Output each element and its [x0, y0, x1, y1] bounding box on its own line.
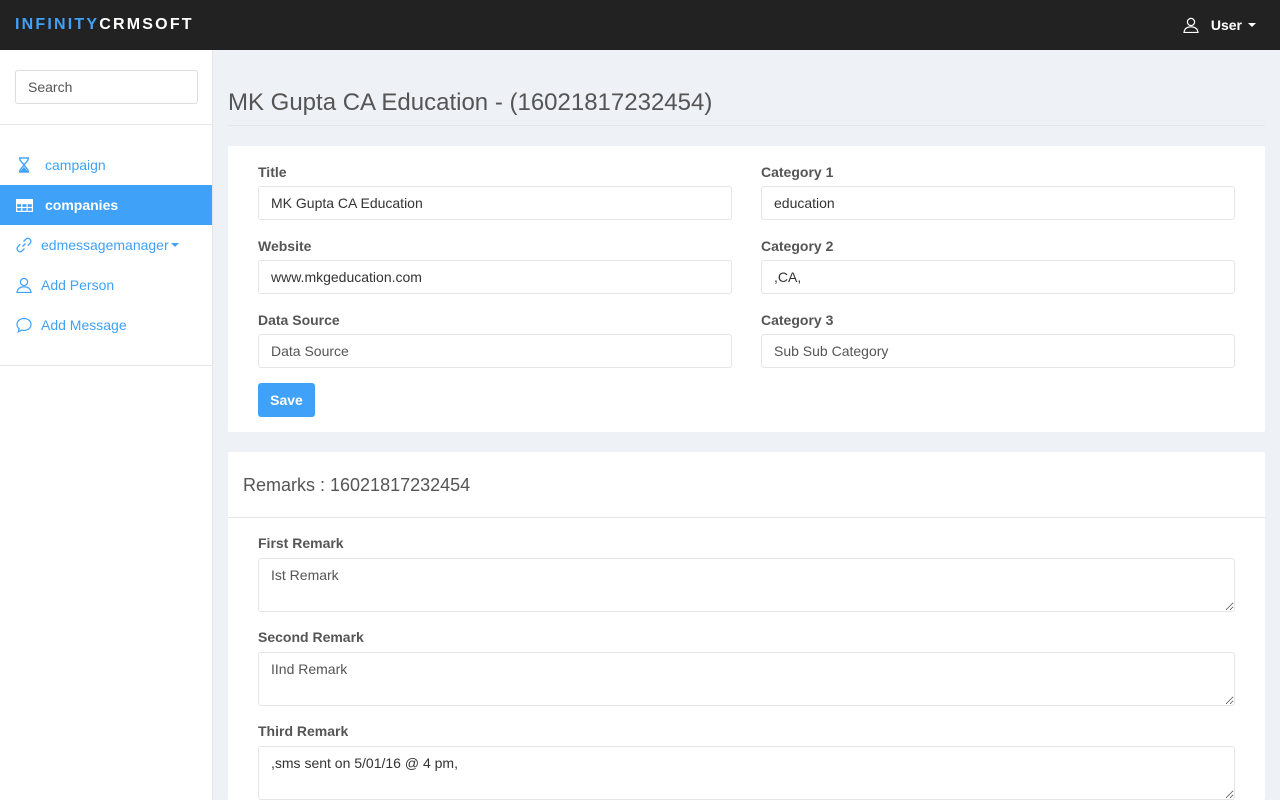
remarks-heading: Remarks : 16021817232454 — [243, 475, 471, 495]
category3-label: Category 3 — [761, 312, 834, 328]
sidebar-item-edmessagemanager[interactable]: edmessagemanager — [0, 225, 212, 265]
category3-input[interactable] — [761, 334, 1235, 368]
website-input[interactable] — [258, 260, 732, 294]
sidebar-item-label: Add Message — [41, 317, 127, 333]
user-icon — [15, 276, 33, 294]
sidebar-item-add-person[interactable]: Add Person — [0, 265, 212, 305]
caret-down-icon — [1248, 23, 1256, 27]
second-remark-textarea[interactable] — [258, 652, 1235, 706]
sidebar-item-label: campaign — [45, 157, 106, 173]
sidebar-nav: campaign companies edmessagemanager Add … — [0, 125, 212, 366]
user-icon — [1183, 17, 1199, 33]
sidebar: campaign companies — [0, 50, 213, 800]
sidebar-search-wrap — [0, 50, 212, 125]
sidebar-item-label: edmessagemanager — [41, 237, 169, 253]
page-title: MK Gupta CA Education - (16021817232454) — [228, 89, 713, 116]
data-source-label: Data Source — [258, 312, 340, 328]
third-remark-label: Third Remark — [258, 723, 349, 739]
remarks-panel: Remarks : 16021817232454 First Remark Se… — [228, 452, 1265, 800]
table-icon — [15, 196, 33, 214]
search-input[interactable] — [15, 70, 198, 104]
hourglass-icon — [15, 156, 33, 174]
sidebar-item-companies[interactable]: companies — [0, 185, 212, 225]
category2-label: Category 2 — [761, 238, 834, 254]
title-divider — [228, 125, 1265, 126]
title-input[interactable] — [258, 186, 732, 220]
top-navbar: INFINITYCRMSOFT User — [0, 0, 1280, 50]
category1-label: Category 1 — [761, 164, 834, 180]
sidebar-item-campaign[interactable]: campaign — [0, 145, 212, 185]
data-source-input[interactable] — [258, 334, 732, 368]
sidebar-item-label: companies — [45, 197, 119, 213]
caret-down-icon — [170, 243, 179, 247]
company-form-panel: Title Category 1 Website Category 2 Data… — [228, 146, 1265, 432]
sidebar-item-label: Add Person — [41, 277, 115, 293]
website-label: Website — [258, 238, 312, 254]
category1-input[interactable] — [761, 186, 1235, 220]
category2-input[interactable] — [761, 260, 1235, 294]
user-menu-label: User — [1210, 17, 1242, 33]
brand-part2: CRMSOFT — [99, 16, 194, 33]
sidebar-item-add-message[interactable]: Add Message — [0, 305, 212, 345]
third-remark-textarea[interactable]: ,sms sent on 5/01/16 @ 4 pm, — [258, 746, 1235, 800]
remarks-heading-divider — [228, 517, 1265, 518]
save-button[interactable]: Save — [258, 383, 315, 417]
brand-logo[interactable]: INFINITYCRMSOFT — [15, 15, 194, 35]
user-menu[interactable]: User — [1183, 15, 1256, 35]
first-remark-textarea[interactable] — [258, 558, 1235, 612]
title-label: Title — [258, 164, 287, 180]
comment-icon — [15, 316, 33, 334]
first-remark-label: First Remark — [258, 535, 344, 551]
link-icon — [15, 236, 33, 254]
second-remark-label: Second Remark — [258, 629, 364, 645]
brand-part1: INFINITY — [15, 16, 100, 33]
